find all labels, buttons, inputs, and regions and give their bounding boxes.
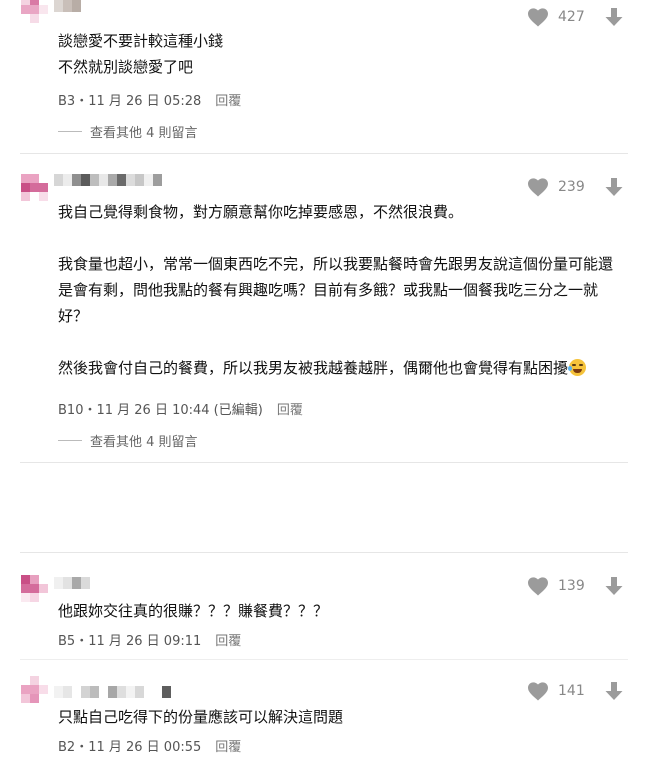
heart-icon[interactable] [527,177,549,197]
like-count: 239 [558,179,585,195]
comment-line: 他跟妳交往真的很賺？？？賺餐費？？？ [58,602,329,620]
view-more-replies[interactable]: 查看其他 4 則留言 [58,431,198,450]
view-more-label: 查看其他 4 則留言 [90,126,198,141]
comment-meta: B5・11 月 26 日 09:11 回覆 [58,630,241,649]
reply-button[interactable]: 回覆 [215,740,241,755]
rolling-laughing-emoji-icon [568,359,587,376]
floor-timestamp: B2・11 月 26 日 00:55 [58,740,202,755]
avatar[interactable] [21,676,55,710]
divider-dash [58,131,82,132]
comment-line: 談戀愛不要計較這種小錢 [58,32,224,50]
floor-timestamp: B3・11 月 26 日 05:28 [58,94,202,109]
comment-meta: B3・11 月 26 日 05:28 回覆 [58,90,241,109]
comment-divider [20,659,628,660]
floor-timestamp: B5・11 月 26 日 09:11 [58,634,202,649]
reply-button[interactable]: 回覆 [215,94,241,109]
like-count: 139 [558,578,585,594]
like-count: 141 [558,683,585,699]
username[interactable] [54,686,171,698]
username[interactable] [54,577,90,589]
comment-text: 談戀愛不要計較這種小錢 不然就別談戀愛了吧 [58,28,628,80]
comment-line: 不然就別談戀愛了吧 [58,58,194,76]
like-count: 427 [558,9,585,25]
like-group: 427 [527,5,645,29]
like-group: 141 [527,679,645,703]
username[interactable] [54,0,81,12]
like-group: 139 [527,574,645,598]
comment-meta: B10・11 月 26 日 10:44 (已編輯) 回覆 [58,399,303,418]
reply-button[interactable]: 回覆 [277,403,303,418]
view-more-label: 查看其他 4 則留言 [90,435,198,450]
comment-line: 只點自己吃得下的份量應該可以解決這問題 [58,708,344,726]
reply-button[interactable]: 回覆 [215,634,241,649]
heart-icon[interactable] [527,681,549,701]
avatar[interactable] [21,575,55,609]
divider-dash [58,440,82,441]
view-more-replies[interactable]: 查看其他 4 則留言 [58,122,198,141]
comment-text: 我自己覺得剩食物，對方願意幫你吃掉要感恩，不然很浪費。 我食量也超小，常常一個東… [58,199,624,381]
down-arrow-icon[interactable] [604,681,624,701]
comment-meta: B2・11 月 26 日 00:55 回覆 [58,736,241,755]
comment-divider [20,462,628,463]
down-arrow-icon[interactable] [604,576,624,596]
avatar[interactable] [21,174,55,208]
comment-paragraph: 我食量也超小，常常一個東西吃不完，所以我要點餐時會先跟男友說這個份量可能還是會有… [58,255,614,325]
comment-text: 只點自己吃得下的份量應該可以解決這問題 [58,704,628,730]
down-arrow-icon[interactable] [604,7,624,27]
comment-paragraph-text: 然後我會付自己的餐費，所以我男友被我越養越胖，偶爾他也會覺得有點困擾 [58,359,569,377]
comment-divider [20,552,628,553]
comment-paragraph-last: 然後我會付自己的餐費，所以我男友被我越養越胖，偶爾他也會覺得有點困擾 [58,355,624,381]
comment-paragraph: 我自己覺得剩食物，對方願意幫你吃掉要感恩，不然很浪費。 [58,203,464,221]
heart-icon[interactable] [527,7,549,27]
avatar[interactable] [21,0,55,34]
down-arrow-icon[interactable] [604,177,624,197]
like-group: 239 [527,175,645,199]
heart-icon[interactable] [527,576,549,596]
username[interactable] [54,174,162,186]
comment-text: 他跟妳交往真的很賺？？？賺餐費？？？ [58,598,628,624]
floor-timestamp: B10・11 月 26 日 10:44 (已編輯) [58,403,263,418]
comment-divider [20,153,628,154]
